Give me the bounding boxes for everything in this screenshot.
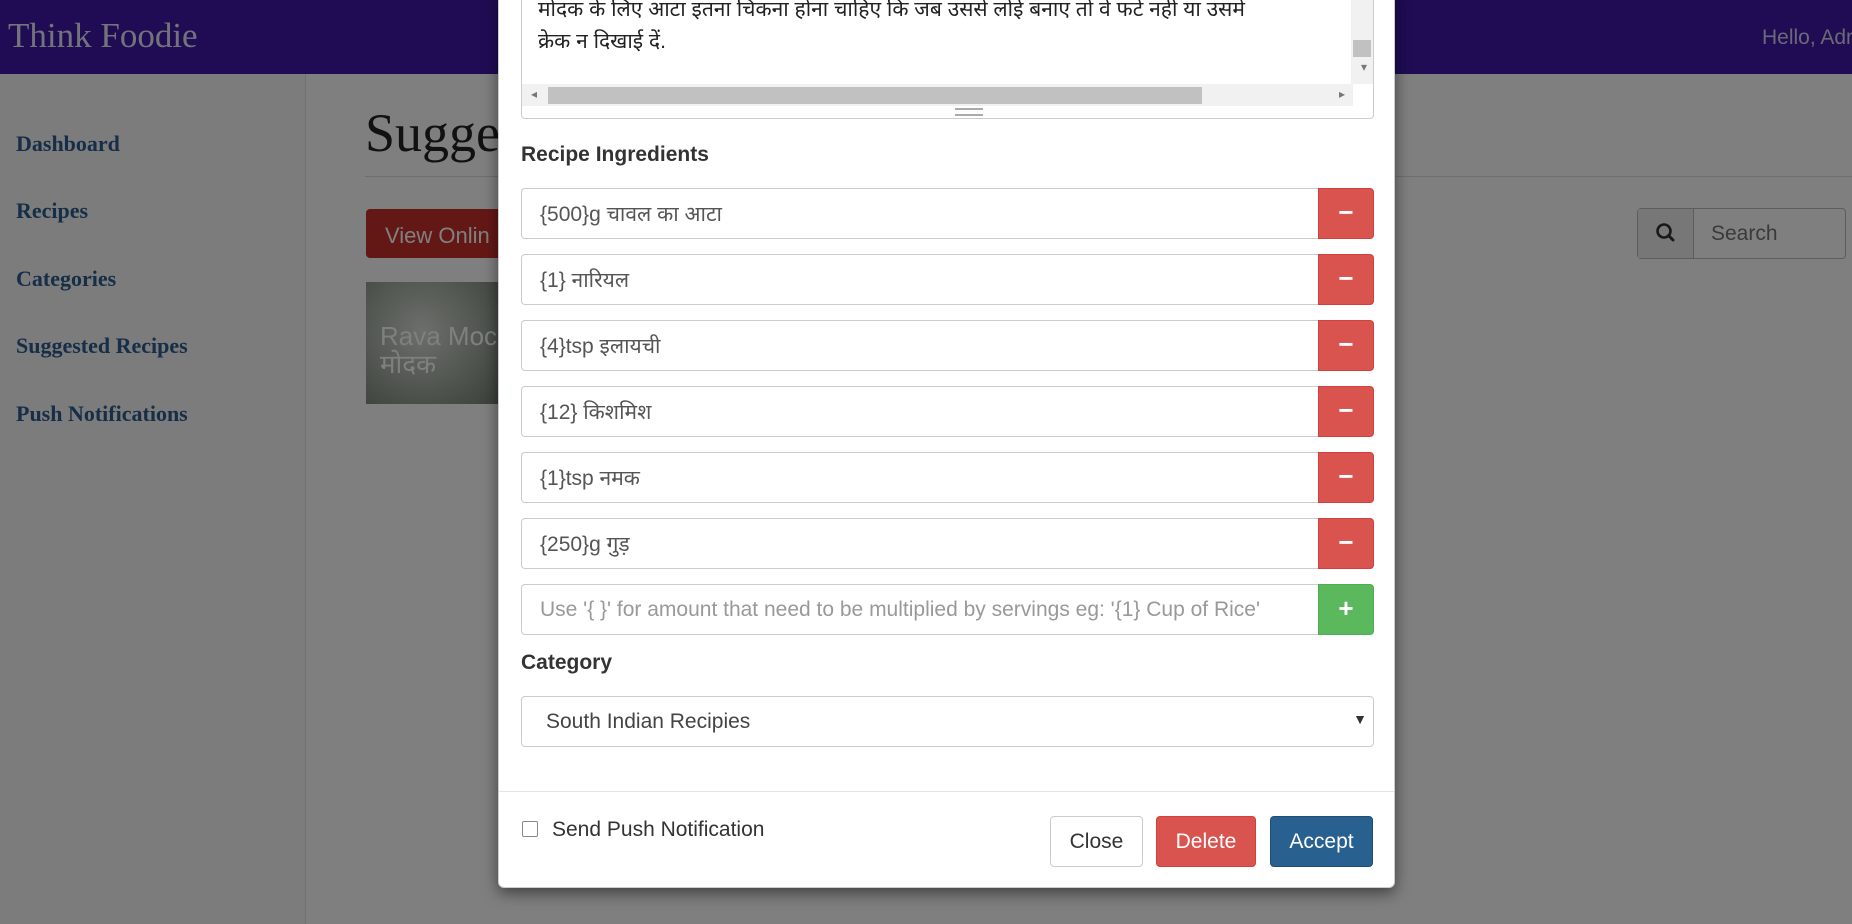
resize-grip-icon[interactable] (955, 108, 983, 116)
send-push-checkbox[interactable] (522, 821, 538, 837)
scroll-left-arrow-icon[interactable]: ◂ (531, 87, 537, 101)
plus-icon: + (1338, 593, 1354, 623)
caret-down-icon: ▼ (1353, 711, 1367, 727)
add-ingredient-button[interactable]: + (1318, 584, 1374, 635)
horizontal-scrollbar[interactable]: ◂ ▸ (522, 84, 1353, 106)
new-ingredient-input[interactable] (521, 584, 1318, 635)
ingredient-input[interactable] (521, 320, 1318, 371)
new-ingredient-row: + (521, 584, 1374, 635)
description-text: मोदक के लिए आटा इतना चिकना होना चाहिए कि… (538, 0, 1338, 58)
category-label: Category (521, 651, 613, 674)
minus-icon: − (1338, 263, 1354, 293)
description-textarea[interactable]: मोदक के लिए आटा इतना चिकना होना चाहिए कि… (521, 0, 1374, 119)
category-select[interactable]: South Indian Recipies ▼ (521, 696, 1374, 747)
ingredient-input[interactable] (521, 518, 1318, 569)
category-select-value: South Indian Recipies (546, 710, 751, 733)
edit-recipe-modal: मोदक के लिए आटा इतना चिकना होना चाहिए कि… (498, 0, 1395, 888)
ingredient-row: − (521, 188, 1374, 239)
remove-ingredient-button[interactable]: − (1318, 518, 1374, 569)
minus-icon: − (1338, 329, 1354, 359)
scroll-down-arrow-icon[interactable]: ▾ (1361, 60, 1367, 74)
minus-icon: − (1338, 527, 1354, 557)
description-line: क्रेक न दिखाई दें. (538, 30, 666, 53)
minus-icon: − (1338, 197, 1354, 227)
scroll-right-arrow-icon[interactable]: ▸ (1339, 87, 1345, 101)
ingredient-row: − (521, 386, 1374, 437)
close-button[interactable]: Close (1050, 816, 1143, 867)
ingredient-row: − (521, 518, 1374, 569)
remove-ingredient-button[interactable]: − (1318, 254, 1374, 305)
vertical-scrollbar[interactable]: ▾ (1351, 0, 1373, 84)
ingredient-row: − (521, 254, 1374, 305)
minus-icon: − (1338, 395, 1354, 425)
remove-ingredient-button[interactable]: − (1318, 188, 1374, 239)
ingredient-input[interactable] (521, 386, 1318, 437)
send-push-label[interactable]: Send Push Notification (552, 818, 764, 842)
delete-button[interactable]: Delete (1156, 816, 1256, 867)
ingredient-row: − (521, 320, 1374, 371)
horizontal-scrollbar-thumb[interactable] (548, 87, 1202, 104)
remove-ingredient-button[interactable]: − (1318, 452, 1374, 503)
ingredient-input[interactable] (521, 254, 1318, 305)
description-line: मोदक के लिए आटा इतना चिकना होना चाहिए कि… (538, 0, 1245, 21)
accept-button[interactable]: Accept (1270, 816, 1373, 867)
remove-ingredient-button[interactable]: − (1318, 386, 1374, 437)
ingredient-input[interactable] (521, 188, 1318, 239)
ingredient-input[interactable] (521, 452, 1318, 503)
ingredient-row: − (521, 452, 1374, 503)
ingredients-label: Recipe Ingredients (521, 143, 709, 166)
modal-footer-divider (499, 791, 1394, 792)
remove-ingredient-button[interactable]: − (1318, 320, 1374, 371)
vertical-scrollbar-thumb[interactable] (1353, 40, 1371, 57)
minus-icon: − (1338, 461, 1354, 491)
